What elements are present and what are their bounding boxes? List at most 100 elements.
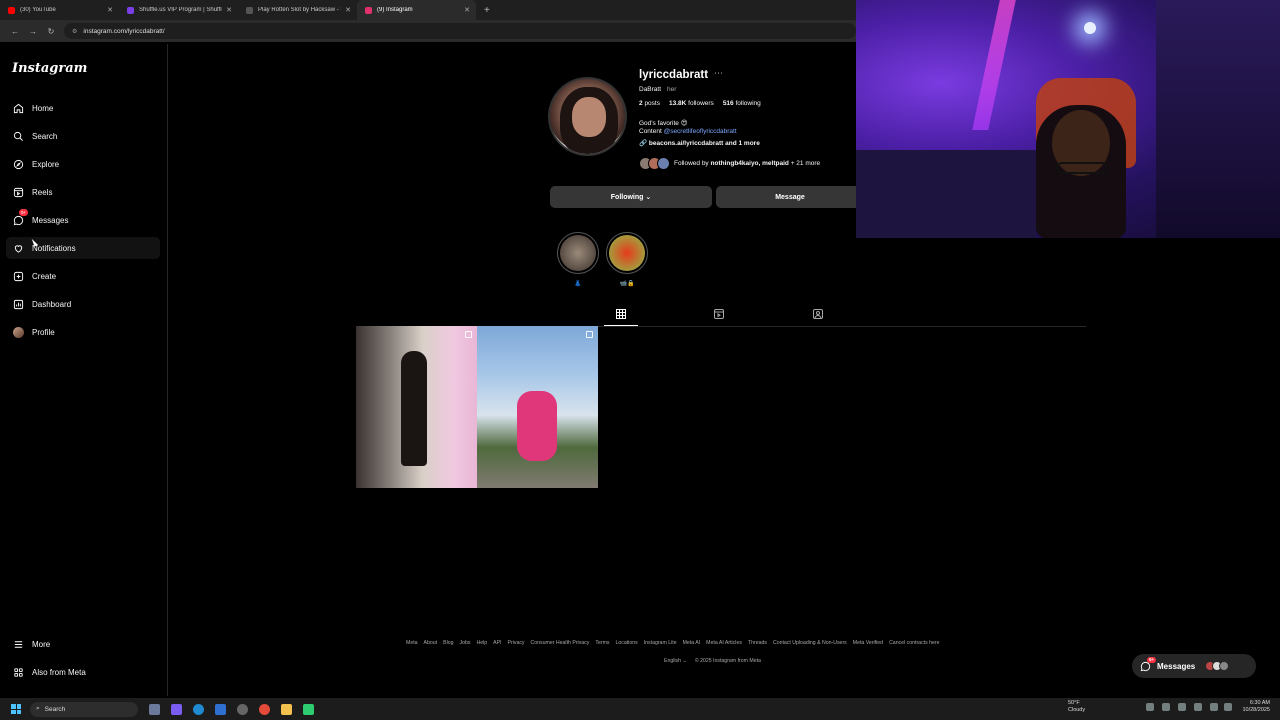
post-thumbnail[interactable] [477,326,598,488]
store-icon[interactable] [215,703,226,715]
sidebar-item-dashboard[interactable]: Dashboard [6,293,160,315]
highlight-label: 👗 [574,281,582,287]
footer-link[interactable]: Blog [443,640,453,646]
footer-link[interactable]: Consumer Health Privacy [531,640,590,646]
tray-app-icon[interactable] [1194,703,1202,711]
sidebar-item-label: More [32,639,51,649]
footer-link[interactable]: Contact Uploading & Non-Users [773,640,847,646]
profile-picture[interactable] [548,77,627,156]
footer-link[interactable]: Locations [615,640,637,646]
app-icon[interactable] [237,703,248,715]
reload-icon[interactable]: ↻ [42,27,60,36]
sidebar-item-profile[interactable]: Profile [6,321,160,343]
sidebar-item-home[interactable]: Home [6,97,160,119]
dashboard-icon [12,298,24,310]
reels-tab-icon[interactable] [713,308,725,320]
footer-links: Meta About Blog Jobs Help API Privacy Consumer … [406,640,940,646]
tagged-tab-icon[interactable] [812,308,824,320]
tab-instagram[interactable]: (9) Instagram ✕ [357,0,476,20]
sidebar-item-also-from-meta[interactable]: Also from Meta [6,661,160,683]
windows-start-icon[interactable] [11,704,21,714]
notification-badge: 9+ [19,209,29,216]
language-select[interactable]: English ⌄ [664,658,687,664]
tab-youtube[interactable]: (30) YouTube ✕ [0,0,119,20]
followed-by[interactable]: Followed by nothingb4kaiyo, meltpaid + 2… [639,157,820,170]
profile-username: lyriccdabratt [639,69,709,81]
tray-chevron-icon[interactable] [1146,703,1154,711]
sidebar-item-reels[interactable]: Reels [6,181,160,203]
home-icon [12,102,24,114]
sidebar-item-label: Reels [32,187,53,197]
sidebar-item-label: Home [32,103,54,113]
footer-link[interactable]: API [493,640,501,646]
messenger-icon: 9+ [1140,656,1157,672]
forward-icon[interactable]: → [24,27,42,36]
url-input[interactable]: ⚙ instagram.com/lyriccdabratt/ [64,23,856,39]
back-icon[interactable]: ← [6,27,24,36]
footer-link[interactable]: Jobs [460,640,471,646]
sidebar-item-more[interactable]: More [6,633,160,655]
sidebar-item-label: Messages [32,215,69,225]
tab-label: Play Rotten Slot by Hacksaw - S [258,7,342,13]
address-bar: ← → ↻ ⚙ instagram.com/lyriccdabratt/ [0,20,860,42]
message-button[interactable]: Message [716,186,864,208]
new-tab-icon[interactable]: + [484,5,490,16]
close-icon[interactable]: ✕ [345,6,351,14]
app-icon[interactable] [171,703,182,715]
messages-drawer-button[interactable]: 9+ Messages [1132,654,1256,678]
app-icon[interactable] [303,703,314,715]
sidebar-item-label: Explore [32,159,60,169]
footer-link[interactable]: Privacy [508,640,525,646]
close-icon[interactable]: ✕ [226,6,232,14]
sidebar-item-create[interactable]: Create [6,265,160,287]
chrome-icon[interactable] [259,703,270,715]
posts-count: 2 posts [639,100,660,107]
tray-app-icon[interactable] [1162,703,1170,711]
instagram-logo[interactable]: Instagram [12,61,87,76]
sidebar-item-label: Profile [32,327,55,337]
grid-tab-icon[interactable] [615,308,627,320]
footer-link[interactable]: Cancel contracts here [889,640,939,646]
tab-label: (9) Instagram [377,7,413,13]
task-view-icon[interactable] [149,703,160,715]
youtube-icon [8,6,15,14]
bio-external-link[interactable]: 🔗 beacons.ai/lyriccdabratt and 1 more [639,139,760,147]
post-thumbnail[interactable] [356,326,477,488]
followers-count[interactable]: 13.8K followers [669,100,714,107]
footer-link[interactable]: Meta Verified [853,640,883,646]
footer-link[interactable]: Meta AI Articles [706,640,742,646]
footer-link[interactable]: About [424,640,438,646]
footer-link[interactable]: Instagram Lite [644,640,677,646]
carousel-icon [465,331,472,338]
footer-link[interactable]: Terms [595,640,609,646]
file-explorer-icon[interactable] [281,703,292,715]
footer-link[interactable]: Help [476,640,487,646]
edge-icon[interactable] [193,703,204,715]
footer-link[interactable]: Meta AI [683,640,701,646]
story-highlight[interactable] [557,232,599,274]
site-info-icon[interactable]: ⚙ [72,28,77,35]
more-options-icon[interactable]: ⋯ [714,68,723,79]
following-button[interactable]: Following ⌄ [550,186,712,208]
following-count[interactable]: 516 following [723,100,761,107]
sidebar-item-messages[interactable]: 9+ Messages [6,209,160,231]
story-highlight[interactable] [606,232,648,274]
footer-link[interactable]: Threads [748,640,767,646]
close-icon[interactable]: ✕ [107,6,113,14]
sidebar-item-explore[interactable]: Explore [6,153,160,175]
volume-icon[interactable] [1224,703,1232,711]
weather-widget[interactable]: 50°F Cloudy [1068,700,1085,714]
tab-rotten-slot[interactable]: Play Rotten Slot by Hacksaw - S ✕ [238,0,357,20]
taskbar-search[interactable]: ⌕ Search [30,701,138,717]
recent-avatars [1205,661,1230,671]
tray-app-icon[interactable] [1178,703,1186,711]
tab-shuffle[interactable]: Shuffle.us VIP Program | Shuffle ✕ [119,0,238,20]
close-icon[interactable]: ✕ [464,6,470,14]
network-icon[interactable] [1210,703,1218,711]
instagram-icon [365,6,372,14]
footer-link[interactable]: Meta [406,640,418,646]
sidebar-item-search[interactable]: Search [6,125,160,147]
bio-mention-link[interactable]: @secretlifeoflyriccdabratt [664,128,737,135]
sidebar-item-notifications[interactable]: Notifications [6,237,160,259]
taskbar-clock[interactable]: 6:30 AM 10/28/2025 [1240,700,1270,714]
